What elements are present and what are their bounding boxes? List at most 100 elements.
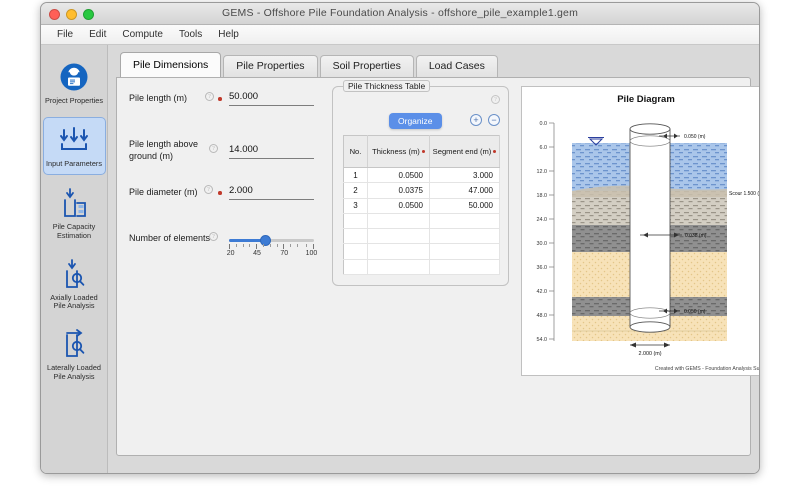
annotation-mid-thickness-label: 0.038 (m): [685, 233, 707, 239]
table-row-empty[interactable]: [343, 213, 500, 230]
table-header-row: No. Thickness (m) Segment end (m): [343, 135, 500, 168]
slider-tick-20: 20: [226, 250, 235, 257]
menu-compute[interactable]: Compute: [114, 27, 171, 42]
cell-thickness[interactable]: 0.0500: [367, 198, 430, 214]
sidebar-label-axially-loaded-pile-analysis: Axially Loaded Pile Analysis: [50, 292, 98, 311]
pile-diagram-panel: Pile Diagram 0.0 6.0 12.0 18.0 24.0 30.0…: [521, 86, 760, 376]
sidebar-item-laterally-loaded-pile-analysis[interactable]: Laterally Loaded Pile Analysis: [43, 322, 106, 387]
cell-thickness[interactable]: 0.0375: [367, 182, 430, 199]
axis-tick-9: 54.0: [537, 337, 548, 343]
sidebar-item-input-parameters[interactable]: Input Parameters: [42, 116, 106, 175]
tab-load-cases[interactable]: Load Cases: [415, 55, 498, 77]
annotation-top-thickness-label: 0.050 (m): [684, 134, 706, 140]
navigation-sidebar: Project Properties Input Parameters Pile…: [41, 45, 108, 473]
pile-dimensions-form: Pile length (m) ? 50.000 Pile length abo…: [129, 91, 324, 278]
help-icon-pile-length[interactable]: ?: [205, 92, 214, 101]
cell-thickness[interactable]: 0.0500: [367, 167, 430, 184]
sidebar-label-laterally-loaded-pile-analysis: Laterally Loaded Pile Analysis: [47, 363, 101, 382]
tab-pile-properties[interactable]: Pile Properties: [223, 55, 318, 77]
field-number-of-elements: Number of elements ? 20 45 70 100: [129, 232, 324, 258]
input-pile-diameter[interactable]: 2.000: [229, 185, 314, 200]
cell-no[interactable]: 3: [343, 198, 368, 214]
pile-thickness-table-group: Pile Thickness Table ? Organize + − No. …: [332, 80, 509, 286]
tab-panel: Pile length (m) ? 50.000 Pile length abo…: [116, 77, 759, 456]
tab-soil-properties[interactable]: Soil Properties: [319, 55, 414, 77]
column-header-thickness: Thickness (m): [367, 135, 430, 168]
required-marker-pile-length: [218, 97, 222, 101]
axis-tick-5: 30.0: [537, 241, 548, 247]
help-icon-pile-length-above-ground[interactable]: ?: [209, 144, 218, 153]
column-header-segment-end-label: Segment end (m): [432, 146, 492, 156]
slider-number-of-elements[interactable]: 20 45 70 100: [226, 234, 317, 260]
menu-bar: File Edit Compute Tools Help: [41, 25, 759, 45]
tab-pile-dimensions[interactable]: Pile Dimensions: [120, 52, 222, 77]
required-marker-segment-end: [493, 150, 497, 154]
slider-tick-labels: 20 45 70 100: [226, 250, 317, 260]
sidebar-item-pile-capacity-estimation[interactable]: Pile Capacity Estimation: [43, 181, 106, 246]
cell-segment-end[interactable]: 3.000: [429, 167, 500, 184]
axis-tick-7: 42.0: [537, 289, 548, 295]
slider-ticks: [229, 244, 315, 249]
axial-load-icon: [45, 257, 104, 291]
axis-tick-0: 0.0: [540, 121, 548, 127]
field-pile-length-above-ground: Pile length above ground (m) ? 14.000: [129, 138, 324, 164]
menu-file[interactable]: File: [49, 27, 81, 42]
slider-tick-100: 100: [305, 250, 318, 257]
add-row-button[interactable]: +: [470, 114, 482, 126]
table-row-empty[interactable]: [343, 243, 500, 260]
help-icon-thickness-table[interactable]: ?: [491, 95, 500, 104]
table-row[interactable]: 1 0.0500 3.000: [343, 167, 500, 184]
axis-tick-2: 12.0: [537, 169, 548, 175]
sidebar-label-input-parameters: Input Parameters: [46, 158, 102, 168]
cell-segment-end[interactable]: 50.000: [429, 198, 500, 214]
axis-tick-1: 6.0: [540, 145, 548, 151]
pile-capacity-icon: [45, 186, 104, 220]
axis-tick-8: 48.0: [537, 313, 548, 319]
cell-no[interactable]: 2: [343, 182, 368, 199]
sidebar-label-pile-capacity-estimation: Pile Capacity Estimation: [52, 221, 96, 240]
pile-diagram-svg: 0.0 6.0 12.0 18.0 24.0 30.0 36.0 42.0 48…: [537, 121, 760, 357]
sidebar-label-project-properties: Project Properties: [45, 96, 103, 105]
column-header-thickness-label: Thickness (m): [372, 146, 420, 156]
group-legend: Pile Thickness Table: [343, 80, 431, 92]
tab-strip: Pile Dimensions Pile Properties Soil Pro…: [116, 52, 751, 77]
sidebar-item-axially-loaded-pile-analysis[interactable]: Axially Loaded Pile Analysis: [43, 252, 106, 317]
input-pile-length-above-ground[interactable]: 14.000: [229, 144, 314, 159]
column-header-no: No.: [343, 135, 368, 168]
annotation-scour-label: Scour 1.500 (m): [729, 191, 760, 197]
remove-row-button[interactable]: −: [488, 114, 500, 126]
help-icon-number-of-elements[interactable]: ?: [209, 232, 218, 241]
required-marker-thickness: [421, 150, 425, 154]
application-window: GEMS - Offshore Pile Foundation Analysis…: [40, 2, 760, 474]
table-row-empty[interactable]: [343, 228, 500, 245]
slider-tick-70: 70: [280, 250, 289, 257]
cell-segment-end[interactable]: 47.000: [429, 182, 500, 199]
column-header-segment-end: Segment end (m): [429, 135, 500, 168]
column-header-no-label: No.: [349, 146, 362, 156]
axis-tick-6: 36.0: [537, 265, 548, 271]
organize-button[interactable]: Organize: [389, 113, 442, 129]
field-pile-length: Pile length (m) ? 50.000: [129, 91, 324, 118]
window-title: GEMS - Offshore Pile Foundation Analysis…: [221, 7, 579, 19]
diagram-footer: Created with GEMS - Foundation Analysis …: [654, 366, 760, 372]
thickness-table[interactable]: No. Thickness (m) Segment end (m) 1 0.05…: [343, 135, 500, 276]
axis-tick-3: 18.0: [537, 193, 548, 199]
table-row-empty[interactable]: [343, 259, 500, 276]
cell-no[interactable]: 1: [343, 167, 368, 184]
table-row[interactable]: 3 0.0500 50.000: [343, 198, 500, 214]
menu-edit[interactable]: Edit: [81, 27, 114, 42]
required-marker-pile-diameter: [218, 191, 222, 195]
content-area: Pile Dimensions Pile Properties Soil Pro…: [108, 45, 759, 473]
table-row[interactable]: 2 0.0375 47.000: [343, 182, 500, 199]
sidebar-item-project-properties[interactable]: Project Properties: [43, 55, 106, 111]
menu-tools[interactable]: Tools: [171, 27, 210, 42]
field-pile-diameter: Pile diameter (m) ? 2.000: [129, 185, 324, 212]
slider-tick-45: 45: [253, 250, 261, 257]
diagram-title: Pile Diagram: [617, 94, 675, 105]
menu-help[interactable]: Help: [210, 27, 247, 42]
help-icon-pile-diameter[interactable]: ?: [204, 185, 213, 194]
pile-shape: [629, 123, 671, 333]
slider-track[interactable]: [229, 234, 314, 246]
input-pile-length[interactable]: 50.000: [229, 91, 314, 106]
lateral-load-icon: [45, 327, 104, 361]
